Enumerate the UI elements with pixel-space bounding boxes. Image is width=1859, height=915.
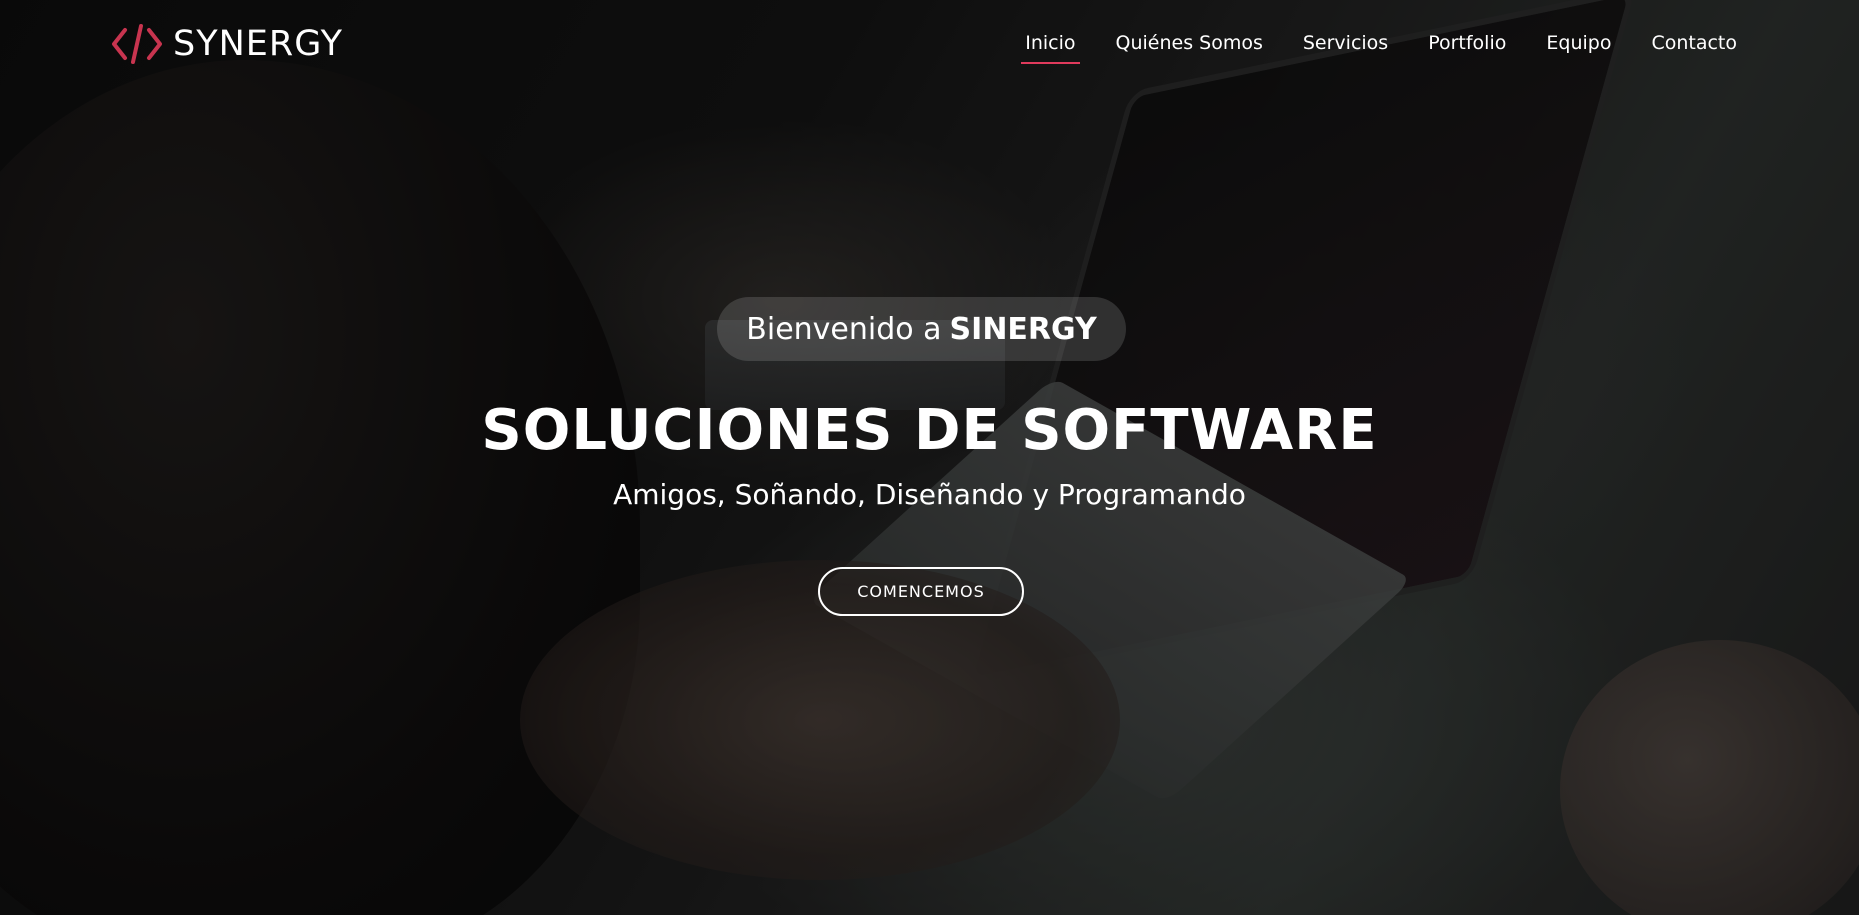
code-brackets-icon xyxy=(112,24,162,64)
hero-subtitle: Amigos, Soñando, Diseñando y Programando xyxy=(613,478,1246,511)
brand-name: SYNERGY xyxy=(173,24,343,64)
hero-section: SYNERGY Inicio Quiénes Somos Servicios P… xyxy=(0,0,1859,915)
hero-content: Bienvenido a SINERGY SOLUCIONES DE SOFTW… xyxy=(0,0,1859,915)
nav-item-inicio[interactable]: Inicio xyxy=(1021,32,1080,64)
site-header: SYNERGY Inicio Quiénes Somos Servicios P… xyxy=(0,0,1859,92)
logo-link[interactable]: SYNERGY xyxy=(111,22,343,66)
main-nav: Inicio Quiénes Somos Servicios Portfolio… xyxy=(1021,32,1737,64)
welcome-brand: SINERGY xyxy=(949,311,1097,347)
nav-item-quienes-somos[interactable]: Quiénes Somos xyxy=(1116,32,1263,64)
welcome-prefix: Bienvenido a xyxy=(746,311,942,347)
nav-item-servicios[interactable]: Servicios xyxy=(1303,32,1388,64)
welcome-badge: Bienvenido a SINERGY xyxy=(717,297,1126,361)
nav-item-equipo[interactable]: Equipo xyxy=(1546,32,1611,64)
nav-item-portfolio[interactable]: Portfolio xyxy=(1428,32,1506,64)
nav-item-contacto[interactable]: Contacto xyxy=(1651,32,1737,64)
hero-title: SOLUCIONES DE SOFTWARE xyxy=(481,398,1378,463)
get-started-button[interactable]: COMENCEMOS xyxy=(818,567,1024,616)
